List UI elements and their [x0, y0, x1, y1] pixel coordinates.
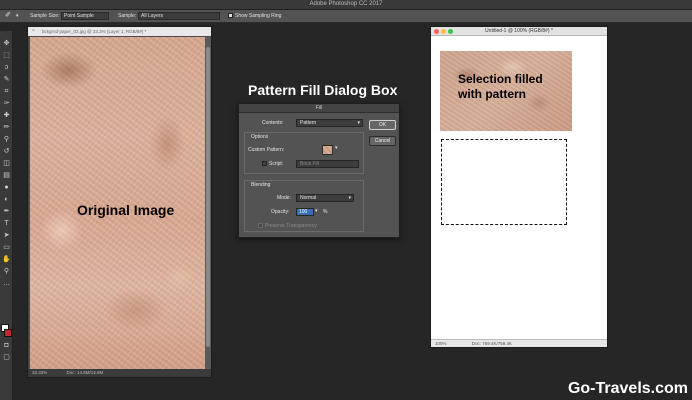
untitled-document-size: Doc: 759.4K/759.4K — [471, 341, 513, 346]
maximize-window-icon[interactable] — [448, 29, 453, 34]
marquee-selection[interactable] — [441, 139, 567, 225]
script-option[interactable]: Script: — [262, 161, 283, 167]
blending-group-label: Blending — [251, 182, 271, 188]
fill-dialog: Fill Contents: Pattern ▾ Options Custom P… — [238, 103, 400, 238]
original-document-title: bckgrnd-paper_02.jpg @ 33.3% (Layer 1, R… — [42, 29, 147, 34]
sample-label: Sample: — [118, 13, 137, 19]
custom-pattern-label: Custom Pattern: — [248, 147, 285, 153]
filled-selection-caption: Selection filled with pattern — [458, 72, 543, 102]
sample-size-label: Sample Size: — [30, 13, 60, 19]
pattern-picker-chevron-icon[interactable]: ▾ — [335, 145, 338, 151]
fill-dialog-body: Contents: Pattern ▾ Options Custom Patter… — [244, 118, 364, 234]
script-value: Brick Fill — [300, 161, 319, 167]
close-window-icon[interactable] — [434, 29, 439, 34]
script-checkbox[interactable] — [262, 161, 267, 166]
cancel-button[interactable]: Cancel — [369, 136, 396, 146]
document-size: Doc: 14.8M/14.8M — [66, 370, 104, 375]
opacity-input[interactable]: 100 — [296, 208, 314, 216]
minimize-window-icon[interactable] — [441, 29, 446, 34]
original-document-tab[interactable]: × bckgrnd-paper_02.jpg @ 33.3% (Layer 1,… — [28, 27, 211, 36]
quick-select-tool-icon[interactable]: ✎ — [2, 75, 11, 84]
shape-tool-icon[interactable]: ▭ — [2, 243, 11, 252]
show-sampling-ring-checkbox[interactable] — [228, 13, 233, 18]
watermark: Go-Travels.com — [567, 380, 688, 397]
opacity-slider-chevron-icon[interactable]: ▾ — [315, 208, 318, 214]
custom-pattern-swatch[interactable] — [322, 145, 333, 155]
filled-caption-line-2: with pattern — [458, 87, 526, 101]
ok-button[interactable]: OK — [369, 120, 396, 130]
original-image-caption: Original Image — [77, 202, 175, 218]
gradient-tool-icon[interactable]: ▤ — [2, 171, 11, 180]
untitled-zoom-level[interactable]: 100% — [435, 341, 447, 346]
sample-dropdown[interactable]: All Layers — [138, 12, 220, 20]
eraser-tool-icon[interactable]: ◫ — [2, 159, 11, 168]
quick-mask-icon[interactable]: ◘ — [2, 341, 11, 350]
opacity-label: Opacity: — [271, 209, 290, 215]
fill-dialog-title: Fill — [239, 104, 399, 113]
mode-label: Mode: — [277, 195, 291, 201]
untitled-document-window: Untitled-1 @ 100% (RGB/8#) * Selection f… — [430, 26, 608, 348]
sample-size-dropdown[interactable]: Point Sample — [61, 12, 109, 20]
scrollbar-thumb[interactable] — [206, 47, 210, 347]
tool-preset-chevron-icon[interactable]: ▾ — [16, 13, 19, 19]
app-title-bar: Adobe Photoshop CC 2017 — [0, 0, 692, 10]
zoom-tool-icon[interactable]: ⚲ — [2, 267, 11, 276]
eyedropper-tool-icon[interactable]: ✐ — [5, 11, 11, 19]
mode-dropdown[interactable]: Normal ▾ — [296, 194, 354, 202]
close-tab-icon[interactable]: × — [32, 28, 35, 34]
move-tool-icon[interactable]: ✥ — [2, 39, 11, 48]
more-tools-icon[interactable]: … — [2, 279, 11, 288]
original-document-status-bar: 33.33% Doc: 14.8M/14.8M — [28, 369, 211, 377]
crop-tool-icon[interactable]: ⌗ — [2, 87, 11, 96]
app-title: Adobe Photoshop CC 2017 — [309, 1, 383, 7]
options-bar: ✐ ▾ Sample Size: Point Sample Sample: Al… — [0, 10, 692, 23]
contents-label: Contents: — [262, 120, 284, 126]
zoom-level[interactable]: 33.33% — [32, 370, 47, 375]
clone-stamp-tool-icon[interactable]: ⚲ — [2, 135, 11, 144]
original-document-window: × bckgrnd-paper_02.jpg @ 33.3% (Layer 1,… — [27, 26, 212, 378]
hand-tool-icon[interactable]: ✋ — [2, 255, 11, 264]
type-tool-icon[interactable]: T — [2, 219, 11, 228]
opacity-unit: % — [323, 209, 328, 215]
eyedropper-tool-icon[interactable]: ✑ — [2, 99, 11, 108]
filled-caption-line-1: Selection filled — [458, 72, 543, 86]
preserve-transparency-label: Preserve Transparency — [265, 223, 317, 229]
preserve-transparency-option[interactable]: Preserve Transparency — [258, 223, 317, 229]
script-label: Script: — [269, 161, 284, 167]
dodge-tool-icon[interactable]: ◐ — [2, 195, 11, 204]
options-group-label: Options — [251, 134, 269, 140]
untitled-document-titlebar: Untitled-1 @ 100% (RGB/8#) * — [431, 27, 607, 36]
healing-brush-tool-icon[interactable]: ✚ — [2, 111, 11, 120]
dialog-caption: Pattern Fill Dialog Box — [248, 82, 398, 98]
chevron-down-icon: ▾ — [357, 120, 360, 126]
contents-dropdown[interactable]: Pattern ▾ — [296, 119, 363, 127]
history-brush-tool-icon[interactable]: ↺ — [2, 147, 11, 156]
marquee-tool-icon[interactable]: ⬚ — [2, 51, 11, 60]
show-sampling-ring-option[interactable]: Show Sampling Ring — [228, 13, 281, 19]
tools-panel: ✥ ⬚ ↄ ✎ ⌗ ✑ ✚ ✏ ⚲ ↺ ◫ ▤ ● ◐ ✒ T ➤ ▭ ✋ ⚲ … — [0, 31, 13, 400]
script-dropdown[interactable]: Brick Fill — [296, 160, 359, 168]
preserve-transparency-checkbox[interactable] — [258, 223, 263, 228]
contents-value: Pattern — [300, 120, 317, 126]
pen-tool-icon[interactable]: ✒ — [2, 207, 11, 216]
blur-tool-icon[interactable]: ● — [2, 183, 11, 192]
untitled-document-title: Untitled-1 @ 100% (RGB/8#) * — [485, 28, 553, 34]
vertical-scrollbar[interactable] — [205, 37, 211, 370]
mode-value: Normal — [300, 195, 317, 201]
lasso-tool-icon[interactable]: ↄ — [2, 63, 11, 72]
show-sampling-ring-label: Show Sampling Ring — [235, 13, 282, 19]
untitled-document-status-bar: 100% Doc: 759.4K/759.4K — [431, 339, 607, 347]
background-color-swatch[interactable] — [4, 329, 12, 337]
window-controls — [434, 29, 455, 38]
screen-mode-icon[interactable]: ▢ — [2, 353, 11, 362]
path-selection-tool-icon[interactable]: ➤ — [2, 231, 11, 240]
chevron-down-icon: ▾ — [348, 195, 351, 201]
brush-tool-icon[interactable]: ✏ — [2, 123, 11, 132]
